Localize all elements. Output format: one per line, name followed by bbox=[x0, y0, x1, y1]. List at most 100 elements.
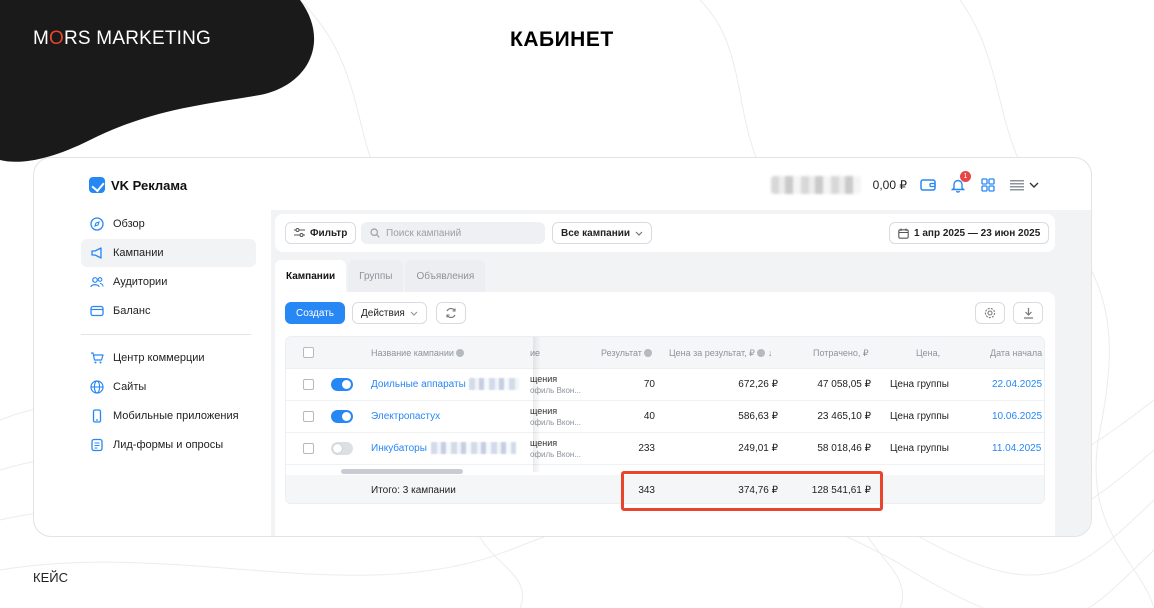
balance-value: 0,00 ₽ bbox=[872, 178, 907, 192]
actions-dropdown[interactable]: Действия bbox=[352, 302, 427, 324]
sidebar-item-label: Центр коммерции bbox=[113, 352, 205, 364]
blurred-account-name bbox=[770, 176, 861, 194]
column-header-name[interactable]: Название кампании bbox=[371, 348, 465, 358]
tab-campaigns[interactable]: Кампании bbox=[275, 260, 347, 292]
table-row[interactable]: Доильные аппараты щения офиль Вкон... 70 … bbox=[286, 369, 1044, 401]
price-type-value: Цена группы bbox=[890, 379, 949, 390]
main-panel: Фильтр Все кампании 1 апр 2025 — 23 июн … bbox=[271, 210, 1091, 536]
filter-bar: Фильтр Все кампании 1 апр 2025 — 23 июн … bbox=[275, 214, 1055, 252]
sidebar-item-label: Аудитории bbox=[113, 276, 168, 288]
tab-groups[interactable]: Группы bbox=[348, 260, 404, 292]
settings-button[interactable] bbox=[975, 302, 1005, 324]
row-checkbox[interactable] bbox=[303, 379, 314, 390]
cost-per-result-value: 672,26 ₽ bbox=[738, 379, 778, 390]
search-box bbox=[361, 222, 545, 244]
column-header-price[interactable]: Цена, bbox=[916, 348, 940, 358]
campaigns-content: Создать Действия Название кампании ие Ре… bbox=[275, 292, 1055, 536]
sidebar-item-mobile-apps[interactable]: Мобильные приложения bbox=[81, 402, 256, 430]
compass-icon bbox=[90, 217, 104, 231]
help-icon bbox=[456, 349, 465, 357]
create-button[interactable]: Создать bbox=[285, 302, 346, 324]
footer-label: КЕЙС bbox=[33, 570, 68, 585]
sidebar-item-sites[interactable]: Сайты bbox=[81, 373, 256, 401]
blurred-text bbox=[431, 442, 516, 454]
sort-arrow-icon: ↓ bbox=[767, 348, 773, 358]
sidebar-item-commerce[interactable]: Центр коммерции bbox=[81, 344, 256, 372]
brand-letter-m: M bbox=[33, 28, 50, 49]
total-result-value: 343 bbox=[638, 485, 655, 496]
account-menu[interactable] bbox=[1009, 176, 1041, 194]
row-checkbox[interactable] bbox=[303, 411, 314, 422]
select-all-checkbox[interactable] bbox=[303, 347, 314, 358]
calendar-icon bbox=[898, 228, 909, 239]
campaign-select-value: Все кампании bbox=[561, 227, 631, 239]
table-row[interactable]: Электропастух щения офиль Вкон... 40 586,… bbox=[286, 401, 1044, 433]
totals-row: Итого: 3 кампании 343 374,76 ₽ 128 541,6… bbox=[286, 475, 1044, 503]
apps-grid-icon[interactable] bbox=[979, 176, 997, 194]
sidebar-item-balance[interactable]: Баланс bbox=[81, 297, 256, 325]
sidebar-item-overview[interactable]: Обзор bbox=[81, 210, 256, 238]
brand-letter-o: O bbox=[49, 28, 65, 49]
topbar-actions: 0,00 ₽ 1 bbox=[770, 171, 1041, 194]
campaign-toggle[interactable] bbox=[331, 378, 353, 391]
sidebar-item-campaigns[interactable]: Кампании bbox=[81, 239, 256, 267]
chevron-down-icon bbox=[410, 311, 418, 316]
campaigns-table: Название кампании ие Результат Цена за р… bbox=[285, 336, 1045, 504]
tab-ads[interactable]: Объявления bbox=[405, 260, 486, 292]
filter-button[interactable]: Фильтр bbox=[285, 222, 357, 244]
phone-icon bbox=[92, 409, 102, 423]
sidebar-item-label: Кампании bbox=[113, 247, 164, 259]
campaign-toggle[interactable] bbox=[331, 410, 353, 423]
column-header-spent[interactable]: Потрачено, ₽ bbox=[813, 348, 869, 359]
brand-blob-shape bbox=[0, 0, 315, 162]
spent-value: 47 058,05 ₽ bbox=[817, 379, 871, 390]
campaign-name-link[interactable]: Доильные аппараты bbox=[371, 379, 466, 390]
spent-value: 23 465,10 ₽ bbox=[817, 411, 871, 422]
campaign-name-link[interactable]: Электропастух bbox=[371, 411, 440, 422]
sidebar-item-audiences[interactable]: Аудитории bbox=[81, 268, 256, 296]
column-header-start-date[interactable]: Дата начала bbox=[990, 348, 1042, 358]
notification-badge: 1 bbox=[960, 171, 971, 182]
start-date-value: 11.04.2025 bbox=[992, 443, 1042, 454]
result-value: 70 bbox=[643, 379, 655, 390]
wallet-icon[interactable] bbox=[919, 176, 937, 194]
column-header-cost-per-result[interactable]: Цена за результат, ₽ ↓ bbox=[669, 348, 772, 359]
column-header-result[interactable]: Результат bbox=[601, 348, 653, 358]
total-spent-value: 128 541,61 ₽ bbox=[811, 485, 871, 496]
refresh-button[interactable] bbox=[436, 302, 466, 324]
globe-icon bbox=[90, 380, 104, 394]
table-header: Название кампании ие Результат Цена за р… bbox=[286, 337, 1044, 369]
wallet-icon bbox=[90, 305, 104, 317]
download-button[interactable] bbox=[1013, 302, 1043, 324]
column-header-label: Результат bbox=[601, 348, 642, 358]
campaign-select[interactable]: Все кампании bbox=[552, 222, 653, 244]
row-checkbox[interactable] bbox=[303, 443, 314, 454]
refresh-icon bbox=[446, 307, 456, 319]
sidebar: Обзор Кампании Аудитории Баланс Центр ко… bbox=[81, 210, 256, 460]
date-range-picker[interactable]: 1 апр 2025 — 23 июн 2025 bbox=[889, 222, 1050, 244]
sidebar-item-lead-forms[interactable]: Лид-формы и опросы bbox=[81, 431, 256, 459]
table-row[interactable]: Инкубаторы щения офиль Вкон... 233 249,01… bbox=[286, 433, 1044, 465]
result-value: 40 bbox=[643, 411, 655, 422]
campaign-name-link[interactable]: Инкубаторы bbox=[371, 443, 427, 454]
notifications-bell-icon[interactable]: 1 bbox=[949, 171, 971, 194]
vk-ads-logo[interactable]: VK Реклама bbox=[89, 177, 187, 193]
cost-per-result-value: 586,63 ₽ bbox=[738, 411, 778, 422]
megaphone-icon bbox=[91, 247, 102, 259]
gear-icon bbox=[984, 307, 996, 319]
totals-label: Итого: 3 кампании bbox=[371, 485, 456, 496]
cart-icon bbox=[91, 352, 104, 364]
sidebar-item-label: Баланс bbox=[113, 305, 151, 317]
horizontal-scrollbar[interactable] bbox=[341, 469, 463, 474]
total-cost-per-result-value: 374,76 ₽ bbox=[738, 485, 778, 496]
vk-logo-icon bbox=[89, 177, 105, 193]
campaign-toggle[interactable] bbox=[331, 442, 353, 455]
start-date-value: 22.04.2025 bbox=[992, 379, 1043, 390]
search-input[interactable] bbox=[386, 227, 536, 239]
form-icon bbox=[91, 438, 103, 452]
date-range-value: 1 апр 2025 — 23 июн 2025 bbox=[914, 227, 1041, 239]
price-type-value: Цена группы bbox=[890, 443, 949, 454]
cost-per-result-value: 249,01 ₽ bbox=[738, 443, 778, 454]
sidebar-item-label: Мобильные приложения bbox=[113, 410, 239, 422]
result-value: 233 bbox=[638, 443, 655, 454]
